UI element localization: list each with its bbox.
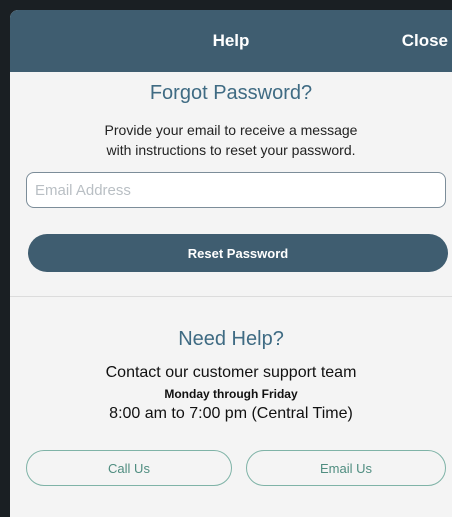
section-divider <box>10 296 452 297</box>
email-us-button[interactable]: Email Us <box>246 450 446 486</box>
reset-password-button[interactable]: Reset Password <box>28 234 448 272</box>
header-title: Help <box>212 31 250 50</box>
help-screen: Help Close Forgot Password? Provide your… <box>10 10 452 517</box>
close-button[interactable]: Close <box>402 10 448 72</box>
support-days: Monday through Friday <box>164 387 298 401</box>
forgot-password-title: Forgot Password? <box>149 82 313 104</box>
email-input[interactable] <box>26 172 446 208</box>
contact-line: Contact our customer support team <box>105 364 357 381</box>
need-help-title: Need Help? <box>178 328 284 350</box>
nav-header: Help Close <box>10 10 452 72</box>
support-hours: 8:00 am to 7:00 pm (Central Time) <box>109 405 353 422</box>
forgot-description-line-2: with instructions to reset your password… <box>106 142 356 158</box>
forgot-description-line-1: Provide your email to receive a message <box>104 122 358 138</box>
call-us-button[interactable]: Call Us <box>26 450 232 486</box>
